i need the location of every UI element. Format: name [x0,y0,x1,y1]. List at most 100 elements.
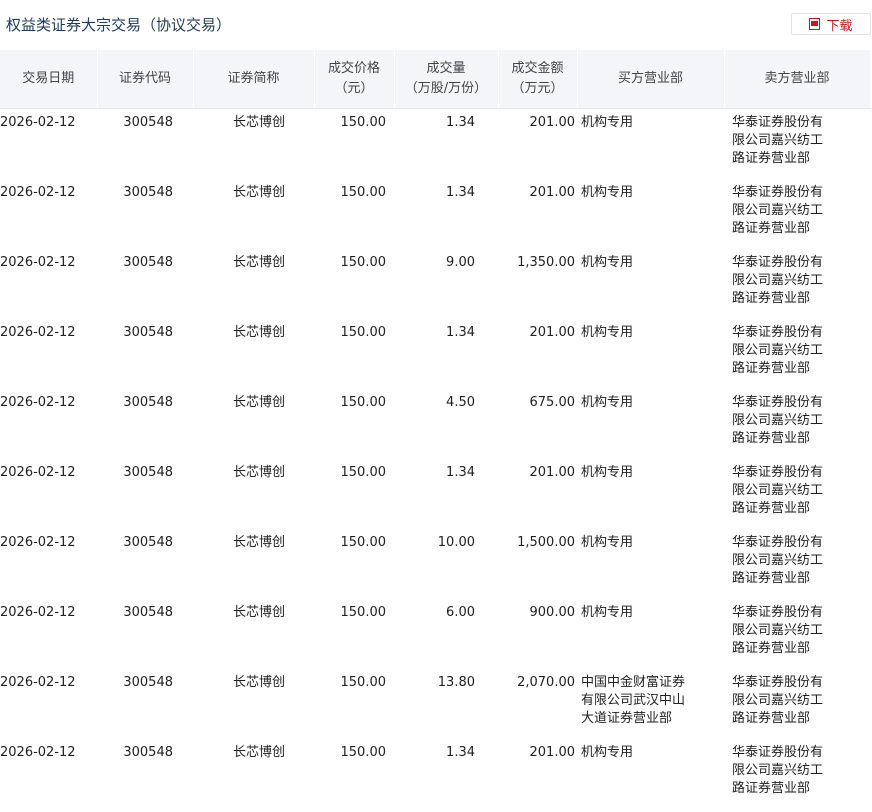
column-header-unit: （万元） [511,81,564,96]
trade-date-cell: 2026-02-12 [0,115,76,130]
security-code-cell: 300548 [123,605,173,620]
trade-volume-cell: 4.50 [446,395,475,410]
buyer-branch-cell: 机构专用 [581,605,634,620]
trade-volume-cell: 1.34 [446,325,475,340]
security-name-cell: 长芯博创 [232,675,285,690]
security-name-cell: 长芯博创 [232,745,285,760]
trade-volume-cell: 1.34 [446,115,475,130]
buyer-branch-cell: 中国中金财富证券有限公司武汉中山大道证券营业部 [581,675,686,726]
trade-price-cell: 150.00 [340,605,387,620]
security-name-cell: 长芯博创 [232,185,285,200]
security-code-cell: 300548 [123,115,173,130]
security-code-cell: 300548 [123,535,173,550]
security-code-cell: 300548 [123,465,173,480]
column-header-trade-amount: 成交金额 （万元） [498,50,578,109]
table-body: 2026-02-12 300548 长芯博创 150.00 1.34 201.00 机构专用… [0,109,870,810]
trade-amount-cell: 1,350.00 [517,255,575,270]
column-header-label: 买方营业部 [617,71,683,86]
security-code-cell: 300548 [123,255,173,270]
trade-date-cell: 2026-02-12 [0,745,76,760]
security-name-cell: 长芯博创 [232,465,285,480]
trade-date-cell: 2026-02-12 [0,675,76,690]
buyer-branch-cell: 机构专用 [581,745,634,760]
table-row: 2026-02-12 300548 长芯博创 150.00 9.00 1,350.00 机构… [0,249,870,319]
security-code-cell: 300548 [123,745,173,760]
trade-volume-cell: 6.00 [446,605,475,620]
trade-amount-cell: 1,500.00 [517,535,575,550]
trade-amount-cell: 675.00 [529,395,576,410]
column-header-label: 成交金额 [511,61,564,76]
column-header-trade-date: 交易日期 [0,50,98,109]
trade-date-cell: 2026-02-12 [0,325,76,340]
buyer-branch-cell: 机构专用 [581,465,634,480]
trade-volume-cell: 1.34 [446,185,475,200]
trade-date-cell: 2026-02-12 [0,185,76,200]
trade-price-cell: 150.00 [340,185,387,200]
trade-volume-cell: 13.80 [437,675,475,690]
trade-volume-cell: 1.34 [446,465,475,480]
trade-date-cell: 2026-02-12 [0,605,76,620]
table-row: 2026-02-12 300548 长芯博创 150.00 10.00 1,500.00 机… [0,529,870,599]
buyer-branch-cell: 机构专用 [581,185,634,200]
table-row: 2026-02-12 300548 长芯博创 150.00 6.00 900.00 机构专用… [0,599,870,669]
page-title: 权益类证券大宗交易（协议交易） [6,16,232,34]
buyer-branch-cell: 机构专用 [581,115,634,130]
security-code-cell: 300548 [123,325,173,340]
trade-amount-cell: 201.00 [529,745,576,760]
pdf-file-icon [809,18,821,30]
trade-amount-cell: 2,070.00 [517,675,575,690]
security-code-cell: 300548 [123,675,173,690]
trade-price-cell: 150.00 [340,535,387,550]
buyer-branch-cell: 机构专用 [581,395,634,410]
security-name-cell: 长芯博创 [232,325,285,340]
trade-volume-cell: 9.00 [446,255,475,270]
trade-amount-cell: 201.00 [529,465,576,480]
column-header-buyer-branch: 买方营业部 [577,50,725,109]
security-name-cell: 长芯博创 [232,395,285,410]
block-trade-table: 交易日期 证券代码 证券简称 成交价格 （元） 成交量 （万股/万份） 成交金额 （万元） 买方营… [0,50,871,809]
table-row: 2026-02-12 300548 长芯博创 150.00 1.34 201.00 机构专用… [0,739,870,809]
column-header-security-code: 证券代码 [97,50,194,109]
download-label: 下载 [826,18,853,34]
trade-price-cell: 150.00 [340,255,387,270]
buyer-branch-cell: 机构专用 [581,535,634,550]
table-header-row: 交易日期 证券代码 证券简称 成交价格 （元） 成交量 （万股/万份） 成交金额 （万元） 买方营… [0,50,871,109]
trade-price-cell: 150.00 [340,745,387,760]
column-header-label: 证券代码 [118,71,171,86]
trade-amount-cell: 201.00 [529,115,576,130]
table-row: 2026-02-12 300548 长芯博创 150.00 4.50 675.00 机构专用… [0,389,870,459]
table-row: 2026-02-12 300548 长芯博创 150.00 13.80 2,070.00 中… [0,669,870,739]
security-name-cell: 长芯博创 [232,605,285,620]
column-header-label: 卖方营业部 [764,71,830,86]
trade-volume-cell: 10.00 [437,535,475,550]
security-name-cell: 长芯博创 [232,115,285,130]
page-header: 权益类证券大宗交易（协议交易） 下载 [0,0,872,50]
trade-date-cell: 2026-02-12 [0,395,76,410]
column-header-unit: （元） [334,81,374,96]
column-header-label: 成交价格 [327,61,380,76]
trade-amount-cell: 201.00 [529,185,576,200]
column-header-security-name: 证券简称 [193,50,315,109]
column-header-label: 证券简称 [227,71,280,86]
trade-price-cell: 150.00 [340,115,387,130]
download-button[interactable]: 下载 [791,13,871,35]
trade-date-cell: 2026-02-12 [0,255,76,270]
trade-price-cell: 150.00 [340,325,387,340]
security-code-cell: 300548 [123,395,173,410]
trade-amount-cell: 900.00 [529,605,576,620]
column-header-seller-branch: 卖方营业部 [724,50,871,109]
column-header-trade-price: 成交价格 （元） [314,50,395,109]
column-header-unit: （万股/万份） [404,81,488,96]
seller-branch-cell: 华泰证券股份有限公司嘉兴纺工路证券营业部 [732,185,824,236]
table-row: 2026-02-12 300548 长芯博创 150.00 1.34 201.00 机构专用… [0,459,870,529]
table-row: 2026-02-12 300548 长芯博创 150.00 1.34 201.00 机构专用… [0,319,870,389]
seller-branch-cell: 华泰证券股份有限公司嘉兴纺工路证券营业部 [732,115,824,166]
table-row: 2026-02-12 300548 长芯博创 150.00 1.34 201.00 机构专用… [0,179,870,249]
table-row: 2026-02-12 300548 长芯博创 150.00 1.34 201.00 机构专用… [0,109,870,180]
trade-date-cell: 2026-02-12 [0,465,76,480]
trade-price-cell: 150.00 [340,395,387,410]
trade-price-cell: 150.00 [340,465,387,480]
column-header-label: 交易日期 [22,71,75,86]
trade-amount-cell: 201.00 [529,325,576,340]
seller-branch-cell: 华泰证券股份有限公司嘉兴纺工路证券营业部 [732,605,824,656]
